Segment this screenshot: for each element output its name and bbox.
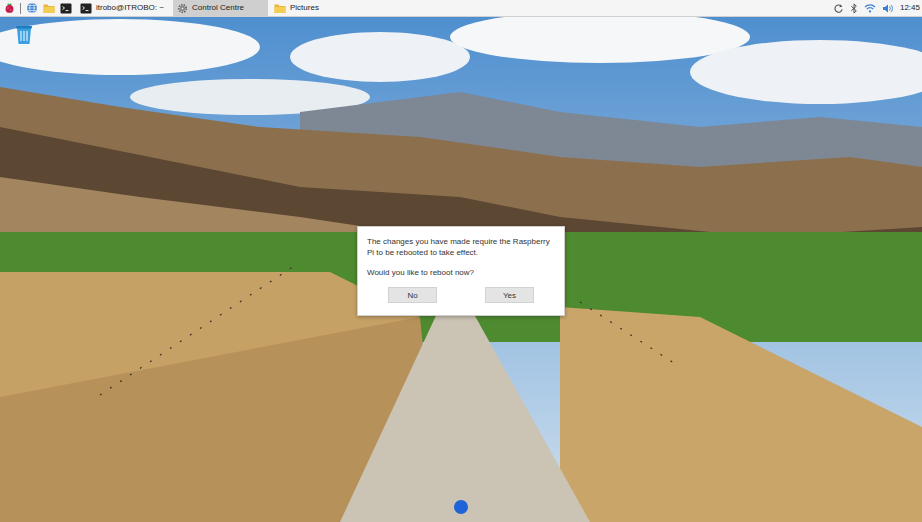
menu-raspberry-icon[interactable] xyxy=(3,2,16,15)
desktop: The changes you have made require the Ra… xyxy=(0,17,922,522)
bluetooth-icon[interactable] xyxy=(850,3,858,14)
volume-icon[interactable] xyxy=(882,3,894,14)
wifi-icon[interactable] xyxy=(864,3,876,13)
file-manager-folder-icon[interactable] xyxy=(42,2,55,15)
pointer-dot xyxy=(454,500,468,514)
taskbar-task[interactable]: itrobo@ITROBO: ~ xyxy=(76,0,171,16)
taskbar: itrobo@ITROBO: ~ Control Centre Pictures 1… xyxy=(0,0,922,17)
reboot-dialog: The changes you have made require the Ra… xyxy=(357,226,565,316)
task-label: itrobo@ITROBO: ~ xyxy=(96,2,164,14)
task-label: Control Centre xyxy=(192,2,244,14)
taskbar-task[interactable]: Pictures xyxy=(270,0,365,16)
taskbar-divider xyxy=(20,3,21,14)
task-label: Pictures xyxy=(290,2,319,14)
trash-icon[interactable] xyxy=(14,23,34,45)
dialog-message: The changes you have made require the Ra… xyxy=(367,236,555,258)
browser-globe-icon[interactable] xyxy=(25,2,38,15)
settings-icon xyxy=(177,3,188,14)
clock[interactable]: 12:45 xyxy=(900,2,920,14)
terminal-icon xyxy=(80,3,92,14)
update-refresh-icon[interactable] xyxy=(833,3,844,14)
terminal-icon[interactable] xyxy=(59,2,72,15)
dialog-button[interactable]: Yes xyxy=(485,287,534,303)
folder-icon xyxy=(274,3,286,14)
dialog-question: Would you like to reboot now? xyxy=(367,267,555,278)
taskbar-task[interactable]: Control Centre xyxy=(173,0,268,16)
dialog-button[interactable]: No xyxy=(388,287,437,303)
